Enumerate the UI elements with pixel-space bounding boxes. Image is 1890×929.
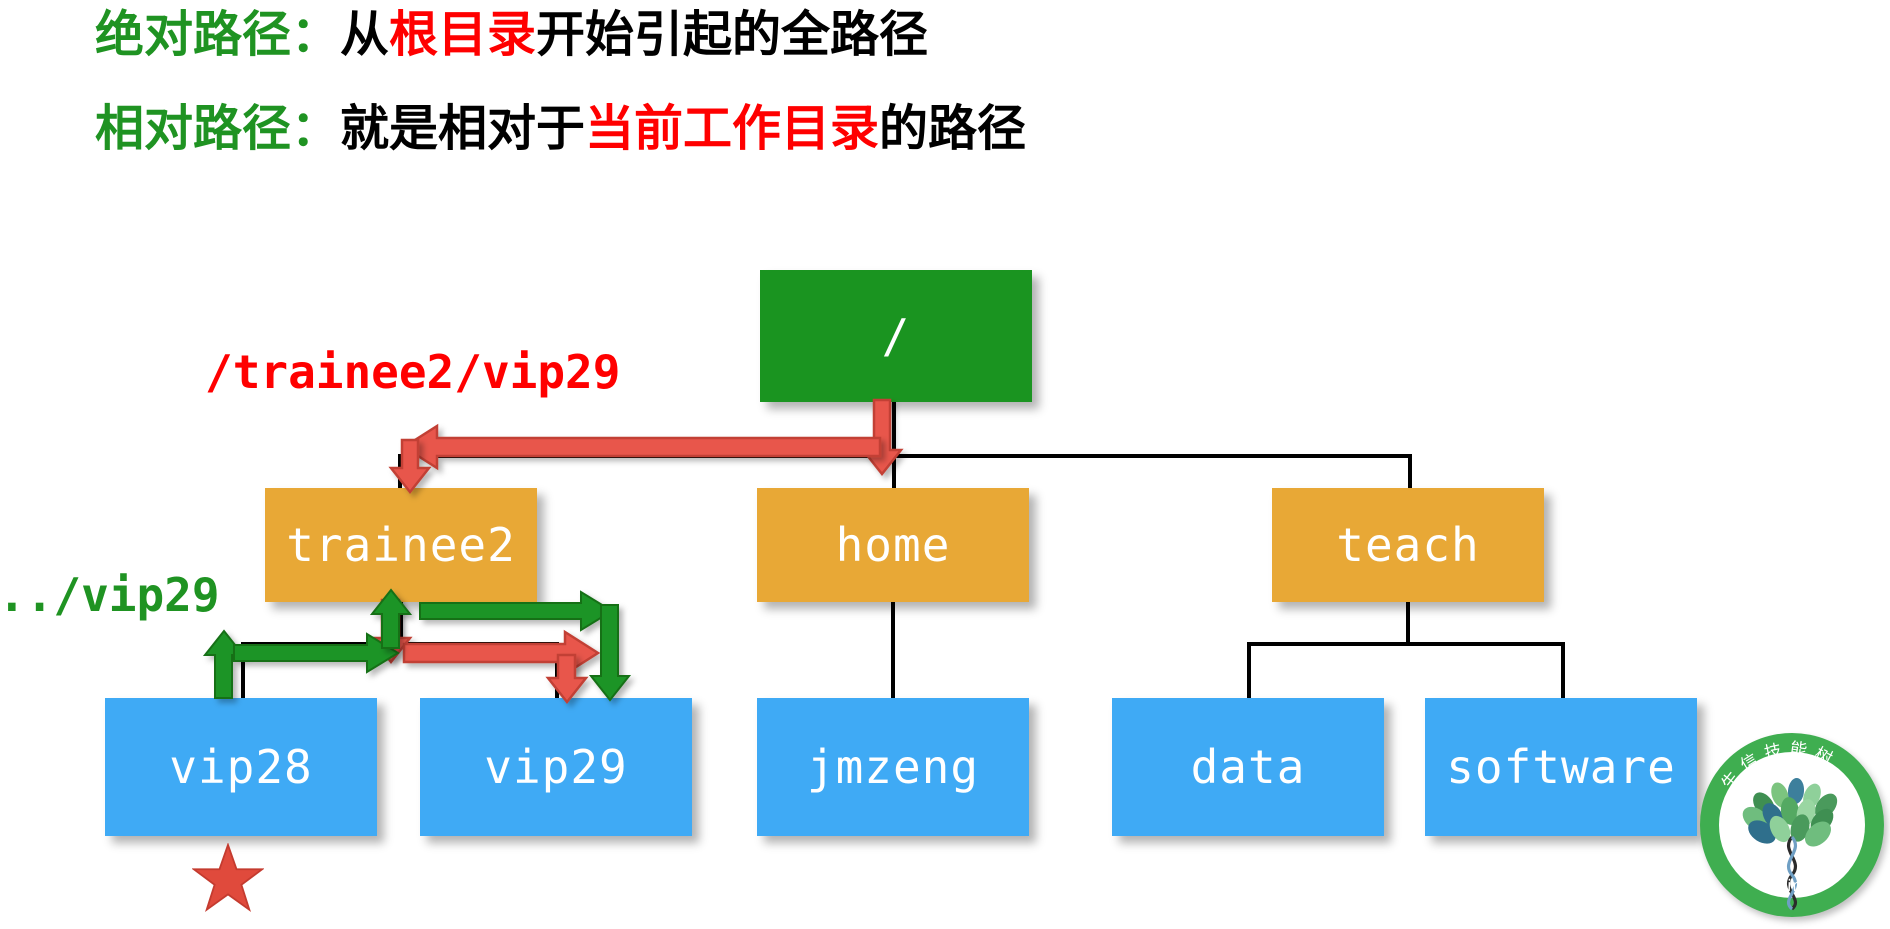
tree-node-software[interactable]: software: [1425, 698, 1697, 836]
logo-artwork: 生信技能树 Biotrainee.com: [1718, 739, 1857, 911]
tree-node-data-label: data: [1190, 740, 1306, 794]
tree-node-teach-label: teach: [1336, 518, 1480, 572]
highlight-star-icon: [192, 843, 264, 912]
connector-trainee2-bus: [241, 642, 559, 646]
connector-to-trainee2: [398, 454, 402, 490]
connector-teach-bus: [1247, 642, 1565, 646]
tree-node-teach[interactable]: teach: [1272, 488, 1544, 602]
heading-relative-label: 相对路径：: [95, 100, 341, 157]
connector-home-to-jmzeng: [891, 600, 895, 698]
green-arrow-vip28-up: [202, 629, 246, 699]
biotrainee-logo: 生信技能树 Biotrainee.com: [1700, 733, 1884, 917]
tree-node-trainee2-label: trainee2: [286, 518, 516, 572]
connector-to-vip29: [555, 642, 559, 698]
tree-node-vip29[interactable]: vip29: [420, 698, 692, 836]
heading-relative-path: 相对路径：就是相对于当前工作目录的路径: [95, 104, 1026, 153]
red-arrow-trainee2-down: [369, 598, 413, 665]
green-arrow-into-vip29: [588, 604, 632, 702]
connector-to-vip28: [241, 642, 245, 698]
heading-relative-keyword: 当前工作目录: [585, 100, 880, 157]
tree-node-vip28[interactable]: vip28: [105, 698, 377, 836]
connector-root-stem: [892, 400, 896, 458]
heading-absolute-label: 绝对路径：: [95, 6, 341, 63]
tree-node-jmzeng-label: jmzeng: [806, 740, 980, 794]
connector-trainee2-stem: [399, 600, 403, 646]
absolute-path-annotation: /trainee2/vip29: [205, 345, 621, 399]
red-arrow-to-trainee2: [401, 423, 882, 471]
slide-canvas: 绝对路径：从根目录开始引起的全路径 相对路径：就是相对于当前工作目录的路径 / …: [0, 0, 1890, 929]
connector-to-home: [892, 454, 896, 490]
tree-node-root-label: /: [881, 309, 911, 363]
red-arrow-into-vip29: [545, 653, 589, 705]
heading-absolute-text-b: 开始引起的全路径: [536, 6, 929, 63]
tree-node-vip29-label: vip29: [484, 740, 628, 794]
heading-absolute-keyword: 根目录: [389, 6, 537, 63]
tree-node-root[interactable]: /: [760, 270, 1032, 402]
heading-relative-text-b: 的路径: [879, 100, 1027, 157]
connector-to-data: [1247, 642, 1251, 698]
tree-node-jmzeng[interactable]: jmzeng: [757, 698, 1029, 836]
tree-node-trainee2[interactable]: trainee2: [265, 488, 537, 602]
heading-absolute-path: 绝对路径：从根目录开始引起的全路径: [95, 10, 928, 59]
connector-level1-bus: [398, 454, 1412, 458]
connector-to-software: [1561, 642, 1565, 698]
red-arrow-to-vip29: [402, 629, 601, 677]
heading-relative-text-a: 就是相对于: [340, 100, 586, 157]
red-arrow-into-trainee2: [388, 438, 432, 495]
tree-node-data[interactable]: data: [1112, 698, 1384, 836]
tree-node-home[interactable]: home: [757, 488, 1029, 602]
relative-path-annotation: ../vip29: [0, 568, 220, 622]
connector-teach-stem: [1406, 600, 1410, 646]
tree-node-home-label: home: [835, 518, 951, 572]
connector-to-teach: [1408, 454, 1412, 490]
tree-node-vip28-label: vip28: [169, 740, 313, 794]
tree-node-software-label: software: [1446, 740, 1676, 794]
green-arrow-right-lower: [233, 632, 400, 674]
heading-absolute-text-a: 从: [340, 6, 390, 63]
